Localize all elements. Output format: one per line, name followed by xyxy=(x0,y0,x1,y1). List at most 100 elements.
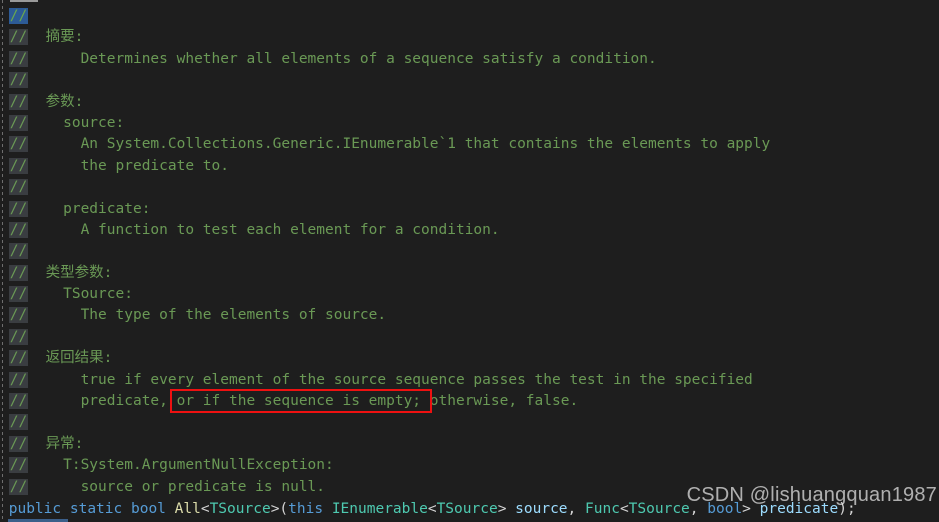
token-keyword: this xyxy=(288,501,324,517)
comment-text: source or predicate is null. xyxy=(28,478,326,495)
comment-text: 返回结果: xyxy=(28,350,113,367)
comment-text: true if every element of the source sequ… xyxy=(28,371,753,388)
comment-slash-token[interactable]: // xyxy=(8,200,29,217)
comment-text: predicate: xyxy=(28,200,151,217)
comment-line[interactable]: // source or predicate is null. xyxy=(0,477,939,498)
comment-slash-token[interactable]: // xyxy=(8,243,29,260)
comment-line[interactable]: // predicate, or if the sequence is empt… xyxy=(0,391,939,412)
token-punct: < xyxy=(427,501,437,517)
comment-text xyxy=(28,72,37,88)
comment-line[interactable]: // predicate: xyxy=(0,199,939,220)
comment-slash-token[interactable]: // xyxy=(8,286,29,303)
comment-line[interactable]: // 类型参数: xyxy=(0,263,939,284)
comment-line[interactable]: // 摘要: xyxy=(0,27,939,48)
comment-text: TSource: xyxy=(28,286,133,303)
clipped-ui-fragment xyxy=(10,0,38,2)
token-type: TSource xyxy=(436,501,498,517)
comment-slash-token[interactable]: // xyxy=(8,136,29,153)
token-punct: , xyxy=(567,501,586,517)
comment-line[interactable]: // xyxy=(0,177,939,198)
comment-slash-token[interactable]: // xyxy=(8,114,29,131)
comment-text: the predicate to. xyxy=(28,157,229,174)
comment-slash-token[interactable]: // xyxy=(8,435,29,452)
token-param: predicate xyxy=(759,501,839,517)
token-punct: > xyxy=(742,501,760,517)
comment-text xyxy=(28,179,37,195)
token-param: source xyxy=(515,501,568,517)
comment-line[interactable]: // The type of the elements of source. xyxy=(0,305,939,326)
comment-slash-token[interactable]: // xyxy=(8,457,29,474)
comment-slash-token[interactable]: // xyxy=(8,29,29,46)
comment-text: T:System.ArgumentNullException: xyxy=(28,457,334,474)
comment-slash-token[interactable]: // xyxy=(8,8,29,24)
comment-slash-token[interactable]: // xyxy=(8,478,29,495)
comment-text xyxy=(28,243,37,259)
token-type: TSource xyxy=(209,501,271,517)
comment-slash-token[interactable]: // xyxy=(8,307,29,324)
comment-slash-token[interactable]: // xyxy=(8,157,29,174)
comment-text: Determines whether all elements of a seq… xyxy=(28,50,657,67)
comment-text: An System.Collections.Generic.IEnumerabl… xyxy=(28,136,771,153)
comment-slash-token[interactable]: // xyxy=(8,393,29,410)
comment-line[interactable]: // the predicate to. xyxy=(0,156,939,177)
comment-line[interactable]: // Determines whether all elements of a … xyxy=(0,49,939,70)
comment-slash-token[interactable]: // xyxy=(8,50,29,67)
token-punct: > xyxy=(497,501,516,517)
comment-text xyxy=(28,329,37,345)
comment-slash-token[interactable]: // xyxy=(8,414,29,431)
comment-text xyxy=(28,414,37,430)
token-type: IEnumerable xyxy=(331,501,428,517)
indent-guide xyxy=(2,0,3,522)
token-keyword: public xyxy=(8,501,62,517)
comment-text: predicate, or if the sequence is empty; … xyxy=(28,393,579,410)
token-punct: ); xyxy=(838,501,856,517)
comment-text: source: xyxy=(28,114,125,131)
token-method: All xyxy=(174,501,201,517)
comment-text xyxy=(28,8,37,24)
token-punct: < xyxy=(200,501,210,517)
comment-line[interactable]: // TSource: xyxy=(0,284,939,305)
comment-block[interactable]: // // 摘要: // Determines whether all elem… xyxy=(0,6,939,498)
comment-line[interactable]: // xyxy=(0,412,939,433)
comment-text: 摘要: xyxy=(28,29,84,46)
comment-text: 类型参数: xyxy=(28,264,113,281)
token-type: Func xyxy=(585,501,620,517)
comment-line[interactable]: // 返回结果: xyxy=(0,348,939,369)
comment-line[interactable]: // xyxy=(0,70,939,91)
comment-line[interactable]: // xyxy=(0,241,939,262)
comment-slash-token[interactable]: // xyxy=(8,350,29,367)
code-editor-pane[interactable]: // // 摘要: // Determines whether all elem… xyxy=(0,0,939,522)
comment-line[interactable]: // source: xyxy=(0,113,939,134)
method-signature-line[interactable]: public static bool All<TSource>(this IEn… xyxy=(0,499,856,520)
comment-line[interactable]: // T:System.ArgumentNullException: xyxy=(0,455,939,476)
comment-line[interactable]: // 参数: xyxy=(0,92,939,113)
comment-line[interactable]: // xyxy=(0,6,939,27)
token-punct: < xyxy=(619,501,629,517)
token-keyword: bool xyxy=(707,501,743,517)
comment-line[interactable]: // xyxy=(0,327,939,348)
comment-slash-token[interactable]: // xyxy=(8,179,29,196)
comment-slash-token[interactable]: // xyxy=(8,93,29,110)
comment-text: The type of the elements of source. xyxy=(28,307,387,324)
comment-slash-token[interactable]: // xyxy=(8,72,29,89)
token-punct: >( xyxy=(270,501,289,517)
comment-line[interactable]: // A function to test each element for a… xyxy=(0,220,939,241)
comment-text: A function to test each element for a co… xyxy=(28,221,500,238)
comment-text: 异常: xyxy=(28,435,84,452)
token-type: TSource xyxy=(628,501,690,517)
token-keyword: bool xyxy=(130,501,166,517)
comment-slash-token[interactable]: // xyxy=(8,221,29,238)
comment-line[interactable]: // 异常: xyxy=(0,434,939,455)
comment-slash-token[interactable]: // xyxy=(8,371,29,388)
comment-slash-token[interactable]: // xyxy=(8,328,29,345)
comment-text: 参数: xyxy=(28,93,84,110)
token-keyword: static xyxy=(69,501,123,517)
comment-line[interactable]: // true if every element of the source s… xyxy=(0,370,939,391)
comment-line[interactable]: // An System.Collections.Generic.IEnumer… xyxy=(0,134,939,155)
comment-slash-token[interactable]: // xyxy=(8,264,29,281)
token-punct: , xyxy=(689,501,708,517)
